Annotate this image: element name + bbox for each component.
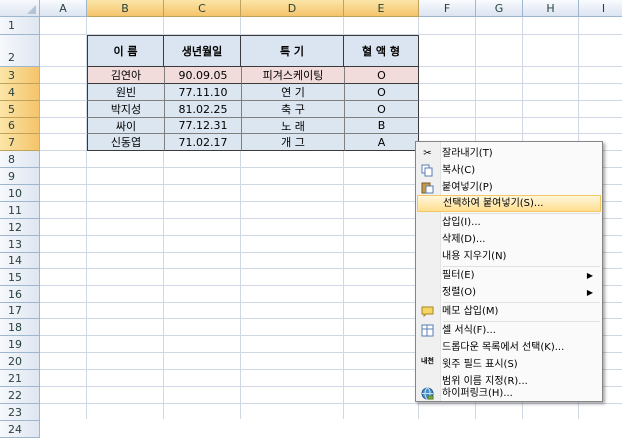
submenu-arrow-icon: ▶ [586,288,593,297]
column-header-b[interactable]: B [87,0,164,17]
row-header-15[interactable]: 15 [0,269,40,286]
row-header-12[interactable]: 12 [0,219,40,236]
row-header-1[interactable]: 1 [0,17,40,35]
table-cell[interactable]: 90.09.05 [164,67,241,84]
column-header-e[interactable]: E [344,0,419,17]
submenu-arrow-icon: ▶ [586,271,593,280]
row-header-24[interactable]: 24 [0,421,40,438]
table-cell[interactable]: 71.02.17 [164,134,241,151]
table-cell[interactable]: O [344,84,419,101]
row-header-17[interactable]: 17 [0,303,40,319]
row-header-8[interactable]: 8 [0,151,40,168]
table-cell[interactable]: 박지성 [87,101,164,118]
menu-item-filter[interactable]: 필터(E) ▶ [417,267,601,284]
scissors-icon: ✂ [423,148,432,159]
table-cell[interactable]: 77.11.10 [164,84,241,101]
column-header-c[interactable]: C [164,0,241,17]
format-cells-icon [421,324,434,337]
menu-item-paste-special[interactable]: 선택하여 붙여넣기(S)... [417,195,601,212]
row-header-2[interactable]: 2 [0,35,40,67]
menu-item-label: 붙여넣기(P) [442,182,493,193]
menu-item-label: 필터(E) [442,270,475,281]
row-header-13[interactable]: 13 [0,236,40,253]
row-header-5[interactable]: 5 [0,101,40,118]
table-header-name[interactable]: 이 름 [87,35,164,67]
menu-item-label: 셀 서식(F)... [442,325,496,336]
select-all-corner[interactable] [0,0,40,17]
table-cell[interactable]: 연 기 [241,84,344,101]
phonetic-icon: 내천 [421,357,434,365]
menu-item-label: 복사(C) [442,165,476,176]
copy-icon [421,164,434,177]
row-header-22[interactable]: 22 [0,387,40,404]
menu-item-label: 선택하여 붙여넣기(S)... [443,198,544,209]
paste-icon [421,181,434,194]
comment-icon [421,305,434,318]
table-header-blood-type[interactable]: 혈 액 형 [344,35,419,67]
row-header-9[interactable]: 9 [0,168,40,185]
menu-item-label: 잘라내기(T) [442,148,493,159]
menu-item-insert-comment[interactable]: 메모 삽입(M) [417,303,601,320]
column-header-a[interactable]: A [40,0,87,17]
table-cell[interactable]: O [344,101,419,118]
row-header-20[interactable]: 20 [0,353,40,370]
menu-item-label: 정렬(O) [442,287,477,298]
column-header-i[interactable]: I [579,0,622,17]
data-table: 이 름 생년월일 특 기 혈 액 형 김연아 90.09.05 피겨스케이팅 O… [87,35,419,151]
menu-item-delete[interactable]: 삭제(D)... [417,231,601,248]
table-cell[interactable]: 피겨스케이팅 [241,67,344,84]
menu-item-label: 삭제(D)... [442,234,486,245]
table-cell[interactable]: A [344,134,419,151]
menu-item-label: 드롭다운 목록에서 선택(K)... [442,342,565,353]
menu-item-cut[interactable]: ✂ 잘라내기(T) [417,145,601,162]
table-cell[interactable]: 김연아 [87,67,164,84]
menu-item-pick-from-list[interactable]: 드롭다운 목록에서 선택(K)... [417,339,601,356]
table-cell[interactable]: B [344,118,419,134]
menu-item-label: 삽입(I)... [442,217,481,228]
row-header-6[interactable]: 6 [0,118,40,134]
menu-item-label: 내용 지우기(N) [442,251,507,262]
menu-item-sort[interactable]: 정렬(O) ▶ [417,284,601,301]
menu-item-label: 윗주 필드 표시(S) [442,359,518,370]
row-header-7[interactable]: 7 [0,134,40,151]
row-header-21[interactable]: 21 [0,370,40,387]
menu-item-label: 하이퍼링크(H)... [442,388,513,399]
menu-item-clear-contents[interactable]: 내용 지우기(N) [417,248,601,265]
row-header-3[interactable]: 3 [0,67,40,84]
table-cell[interactable]: 노 래 [241,118,344,134]
table-cell[interactable]: 개 그 [241,134,344,151]
table-cell[interactable]: 77.12.31 [164,118,241,134]
menu-item-paste[interactable]: 붙여넣기(P) [417,179,601,196]
menu-item-label: 메모 삽입(M) [442,306,499,317]
table-cell[interactable]: O [344,67,419,84]
table-cell[interactable]: 축 구 [241,101,344,118]
table-cell[interactable]: 81.02.25 [164,101,241,118]
context-menu: ✂ 잘라내기(T) 복사(C) 붙여넣기(P) 선택하여 붙여넣기(S)... … [415,141,603,402]
menu-item-copy[interactable]: 복사(C) [417,162,601,179]
table-cell[interactable]: 신동엽 [87,134,164,151]
row-header-18[interactable]: 18 [0,319,40,336]
column-header-h[interactable]: H [523,0,579,17]
menu-item-format-cells[interactable]: 셀 서식(F)... [417,322,601,339]
row-header-14[interactable]: 14 [0,253,40,269]
column-header-f[interactable]: F [419,0,476,17]
row-header-11[interactable]: 11 [0,202,40,219]
menu-item-hyperlink[interactable]: 하이퍼링크(H)... [417,385,601,402]
hyperlink-icon [421,387,434,400]
table-header-birthdate[interactable]: 생년월일 [164,35,241,67]
column-header-g[interactable]: G [476,0,523,17]
row-header-19[interactable]: 19 [0,336,40,353]
table-cell[interactable]: 싸이 [87,118,164,134]
menu-item-insert[interactable]: 삽입(I)... [417,214,601,231]
menu-item-show-phonetic[interactable]: 내천 윗주 필드 표시(S) [417,356,601,373]
corner-triangle-icon [27,5,36,14]
column-header-d[interactable]: D [241,0,344,17]
row-header-4[interactable]: 4 [0,84,40,101]
row-header-10[interactable]: 10 [0,185,40,202]
table-header-skill[interactable]: 특 기 [241,35,344,67]
table-cell[interactable]: 원빈 [87,84,164,101]
row-header-23[interactable]: 23 [0,404,40,421]
row-header-16[interactable]: 16 [0,286,40,303]
